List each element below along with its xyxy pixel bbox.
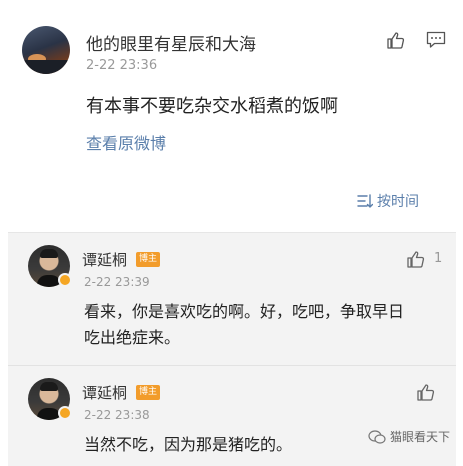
verified-badge-icon bbox=[58, 273, 72, 287]
thumbs-up-icon[interactable] bbox=[416, 382, 436, 402]
sort-by-time-button[interactable]: 按时间 bbox=[357, 191, 419, 211]
like-count: 1 bbox=[434, 251, 443, 266]
reply-item: 谭延桐 博主 2-22 23:39 1 看来，你是喜欢吃的啊。好，吃吧，争取早日… bbox=[8, 233, 456, 361]
reply-timestamp: 2-22 23:39 bbox=[84, 275, 150, 289]
avatar-hair bbox=[40, 382, 58, 391]
comment-text: 有本事不要吃杂交水稻煮的饭啊 bbox=[86, 96, 338, 117]
user-avatar[interactable] bbox=[22, 26, 70, 74]
thumbs-up-icon[interactable] bbox=[406, 249, 426, 269]
reply-text-line: 看来，你是喜欢吃的啊。好，吃吧，争取早日 bbox=[84, 302, 405, 321]
comment-icon[interactable] bbox=[426, 31, 446, 49]
sort-icon bbox=[357, 194, 373, 208]
avatar-silhouette bbox=[22, 60, 70, 74]
reply-username[interactable]: 谭延桐 bbox=[82, 249, 127, 270]
watermark-text: 猫眼看天下 bbox=[390, 430, 451, 444]
author-tag: 博主 bbox=[136, 252, 161, 267]
comment-card: 他的眼里有星辰和大海 2-22 23:36 有本事不要吃杂交水稻煮的饭啊 查看原… bbox=[0, 0, 463, 232]
avatar-hair bbox=[40, 249, 58, 258]
reply-item: 谭延桐 博主 2-22 23:38 当然不吃，因为那是猪吃的。 bbox=[8, 365, 456, 466]
verified-badge-icon bbox=[58, 406, 72, 420]
reply-text-line: 吃出绝症来。 bbox=[84, 328, 181, 347]
reply-timestamp: 2-22 23:38 bbox=[84, 408, 150, 422]
author-tag: 博主 bbox=[136, 385, 161, 400]
view-original-link[interactable]: 查看原微博 bbox=[86, 130, 166, 154]
thumbs-up-icon[interactable] bbox=[386, 30, 406, 50]
comment-username[interactable]: 他的眼里有星辰和大海 bbox=[86, 30, 256, 55]
wechat-icon bbox=[368, 429, 386, 444]
watermark: 猫眼看天下 bbox=[368, 428, 450, 445]
reply-username[interactable]: 谭延桐 bbox=[82, 382, 127, 403]
sort-label: 按时间 bbox=[377, 194, 419, 210]
comment-timestamp: 2-22 23:36 bbox=[86, 58, 158, 73]
